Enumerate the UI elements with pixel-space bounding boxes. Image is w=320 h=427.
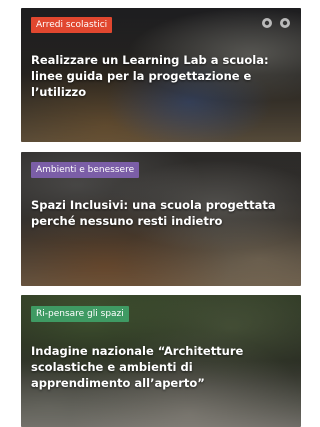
article-card-indagine-nazionale[interactable]: Ri-pensare gli spazi Indagine nazionale …: [21, 295, 301, 427]
article-title[interactable]: Indagine nazionale “Architetture scolast…: [31, 343, 293, 391]
article-card-learning-lab[interactable]: Arredi scolastici Realizzare un Learning…: [21, 8, 301, 142]
category-badge[interactable]: Ambienti e benessere: [31, 162, 140, 178]
category-badge[interactable]: Ri-pensare gli spazi: [31, 306, 129, 322]
article-title[interactable]: Realizzare un Learning Lab a scuola: lin…: [31, 52, 293, 100]
decorative-circles-icon: [262, 18, 290, 28]
category-badge[interactable]: Arredi scolastici: [31, 17, 113, 33]
article-title[interactable]: Spazi Inclusivi: una scuola progettata p…: [31, 197, 293, 229]
article-card-spazi-inclusivi[interactable]: Ambienti e benessere Spazi Inclusivi: un…: [21, 152, 301, 286]
